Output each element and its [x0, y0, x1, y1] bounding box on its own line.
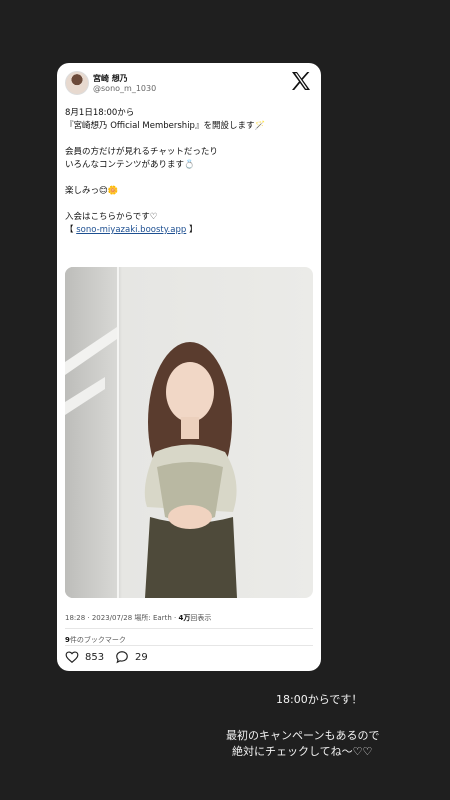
reply-count: 29 [135, 651, 148, 663]
tweet-line: 楽しみっ😊🌼 [65, 186, 119, 196]
view-count: 4万 [178, 614, 191, 622]
tweet-link-line: 【 sono-miyazaki.boosty.app 】 [65, 224, 313, 237]
tweet-timestamp: 18:28 · 2023/07/28 場所: Earth · [65, 614, 179, 622]
avatar[interactable] [65, 71, 89, 95]
like-count: 853 [85, 651, 105, 663]
tweet-header: 宮崎 想乃 @sono_m_1030 [65, 71, 313, 99]
story-caption-1: 18:00からです！ [276, 693, 363, 706]
user-handle[interactable]: @sono_m_1030 [93, 84, 156, 93]
portrait-illustration [65, 267, 237, 598]
bookmark-label: 件のブックマーク [69, 636, 126, 644]
speech-bubble-icon [116, 651, 128, 664]
link-bracket-close: 】 [186, 225, 198, 235]
tweet-line: 『宮崎想乃 Official Membership』を開設します🪄 [65, 121, 266, 131]
tweet-line: 入会はこちらからです♡ [65, 212, 158, 222]
tweet-meta: 18:28 · 2023/07/28 場所: Earth · 4万回表示 [65, 613, 211, 623]
story-caption-2: 最初のキャンペーンもあるので [226, 729, 380, 742]
bookmark-count[interactable]: 9件のブックマーク [65, 635, 126, 645]
heart-icon [65, 651, 79, 664]
x-logo-icon [292, 72, 310, 90]
tweet-line: 会員の方だけが見れるチャットだったり [65, 147, 218, 157]
link-bracket-open: 【 [65, 225, 77, 235]
membership-link[interactable]: sono-miyazaki.boosty.app [76, 225, 186, 235]
divider [65, 645, 313, 646]
reply-button[interactable]: 29 [115, 649, 148, 665]
tweet-line: 8月1日18:00から [65, 108, 135, 118]
tweet-line: いろんなコンテンツがあります💍 [65, 160, 195, 170]
display-name[interactable]: 宮崎 想乃 [93, 73, 128, 84]
story-caption-3: 絶対にチェックしてね〜♡♡ [232, 745, 373, 758]
tweet-text: 8月1日18:00から 『宮崎想乃 Official Membership』を開… [65, 107, 313, 237]
like-button[interactable]: 853 [65, 649, 104, 665]
tweet-actions: 853 29 [65, 649, 313, 665]
tweet-card[interactable]: 宮崎 想乃 @sono_m_1030 8月1日18:00から 『宮崎想乃 Off… [57, 63, 321, 671]
divider [65, 628, 313, 629]
tweet-photo[interactable] [65, 267, 313, 598]
view-label: 回表示 [190, 614, 212, 622]
